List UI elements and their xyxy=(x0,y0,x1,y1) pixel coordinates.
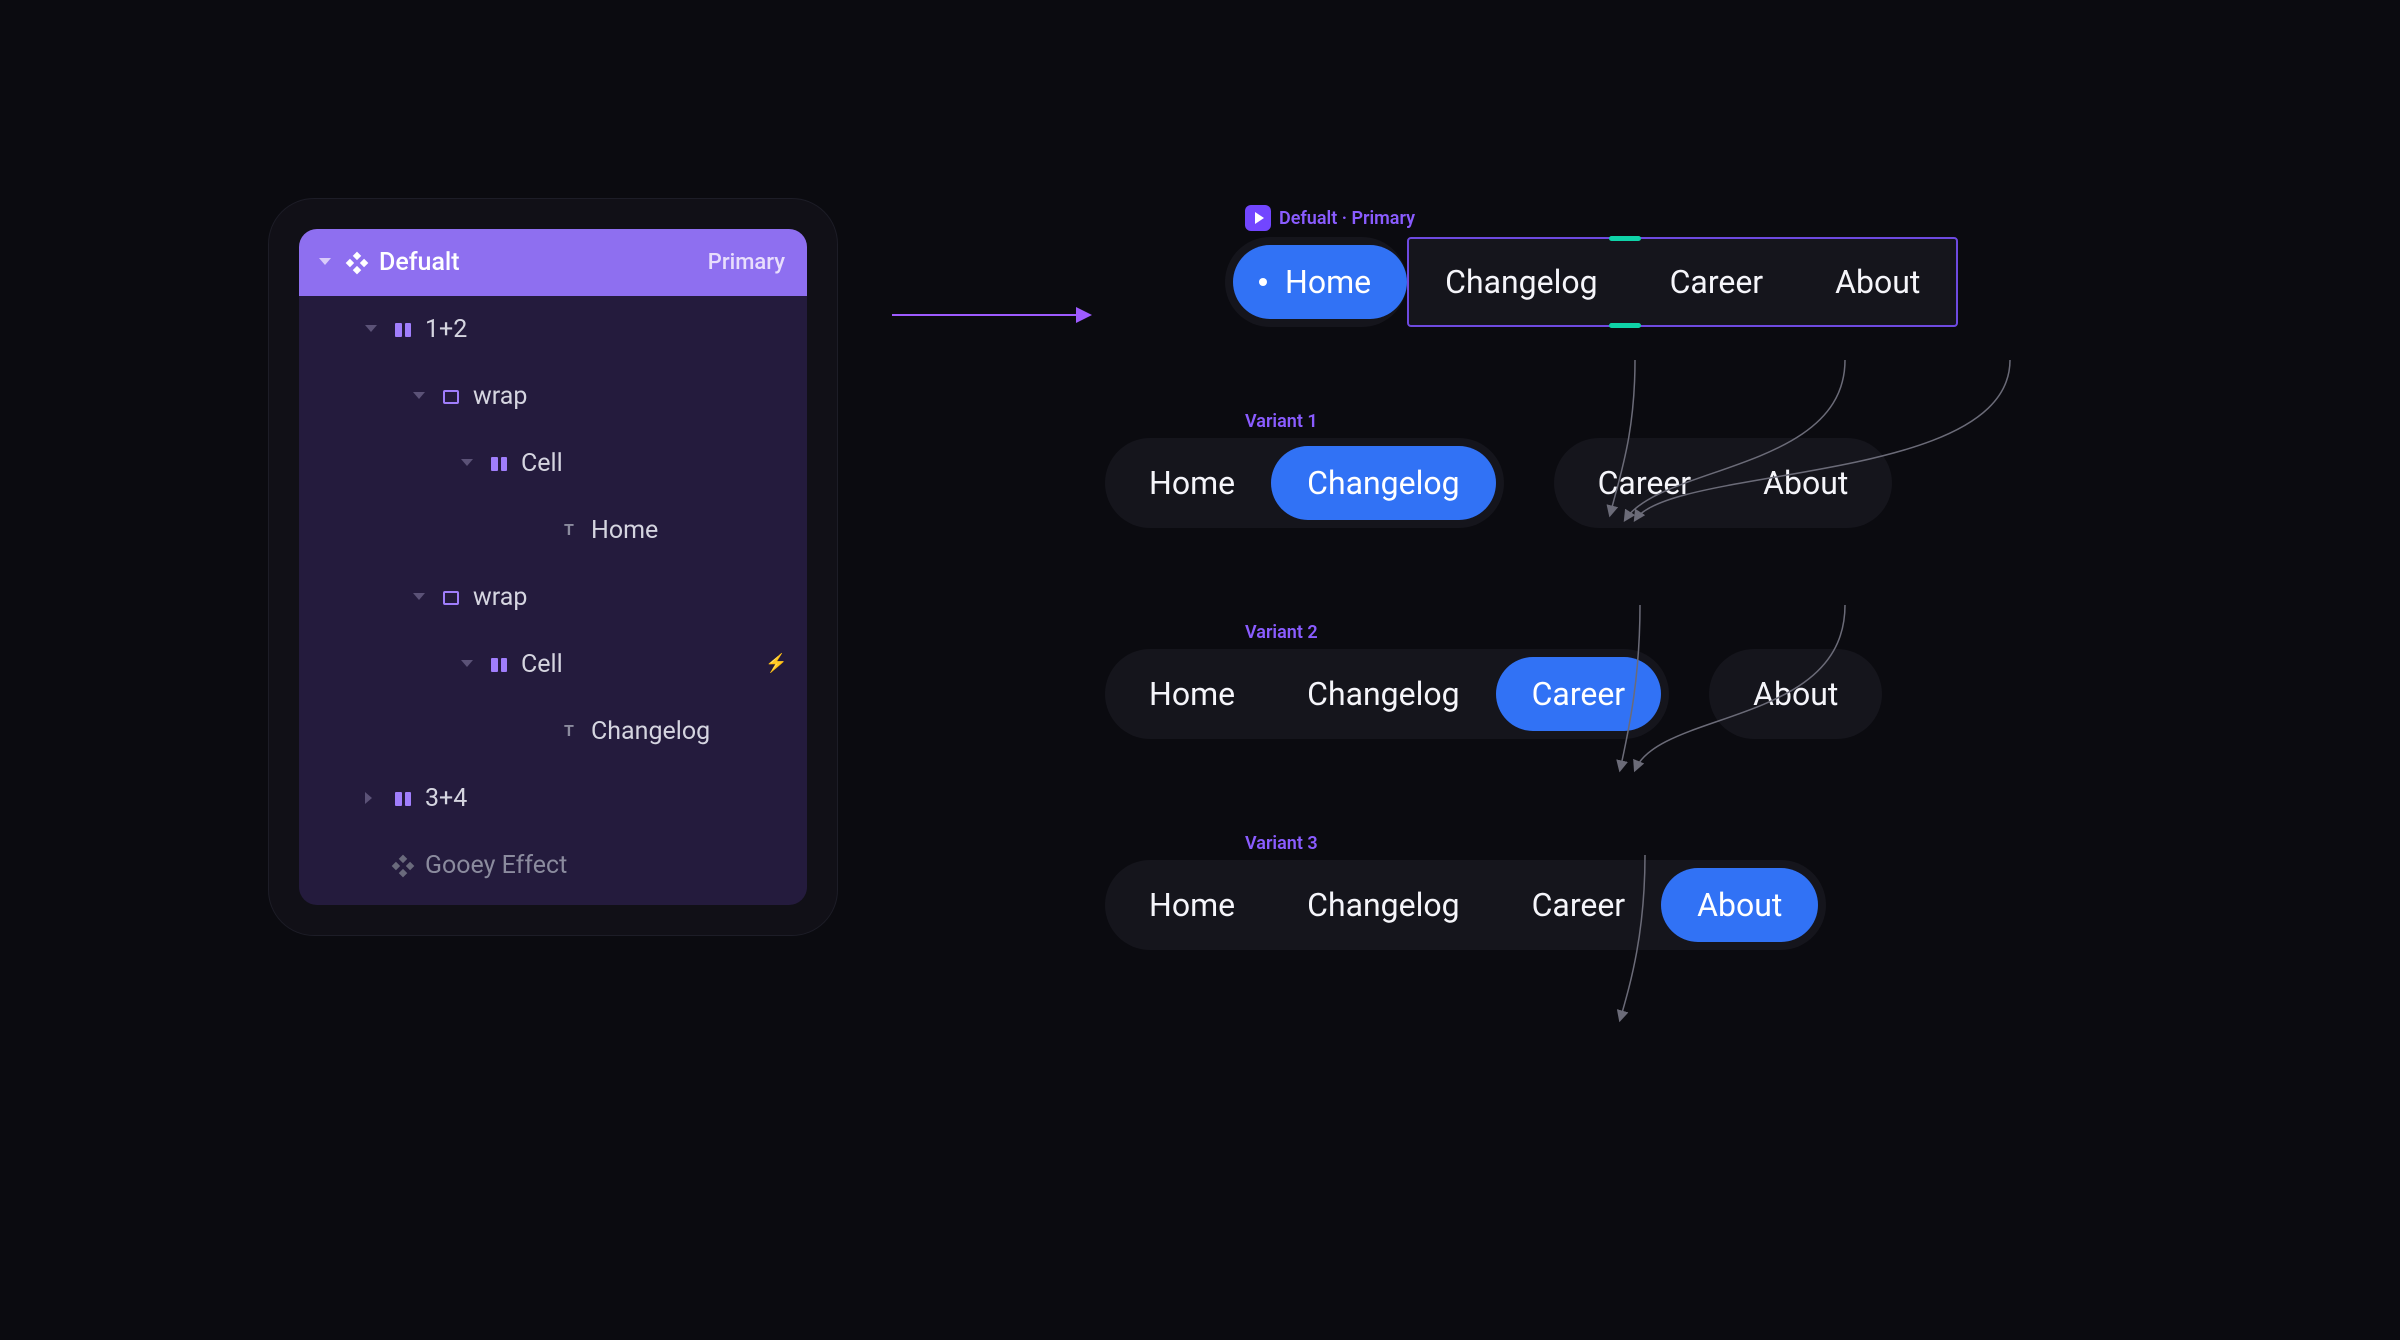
tab-career[interactable]: Career xyxy=(1634,245,1800,319)
tab-about[interactable]: About xyxy=(1799,245,1956,319)
layer-row[interactable]: 3+4 xyxy=(299,765,807,832)
navbar-primary: Home Changelog Career About xyxy=(1225,237,1958,327)
caret-right-icon xyxy=(363,792,377,806)
layer-row-label: 3+4 xyxy=(425,784,467,813)
layer-header-title: Defualt xyxy=(379,248,460,277)
tab-about[interactable]: About xyxy=(1717,657,1874,731)
pill-group: HomeChangelogCareer xyxy=(1105,649,1669,739)
layer-row-label: Cell xyxy=(521,449,563,478)
layer-row[interactable]: 1+2 xyxy=(299,296,807,363)
layer-row[interactable]: wrap xyxy=(299,564,807,631)
layer-row-label: Gooey Effect xyxy=(425,851,567,880)
variant-label[interactable]: Variant 3 xyxy=(1245,833,2155,854)
text-icon: T xyxy=(561,523,577,539)
canvas-area: Defualt · Primary Home Changelog Career … xyxy=(1105,205,2155,1044)
connector-arrow xyxy=(892,314,1090,316)
variant-label[interactable]: Variant 1 xyxy=(1245,411,2155,432)
tab-home[interactable]: Home xyxy=(1113,657,1271,731)
layer-row-label: Home xyxy=(591,516,658,545)
layer-row-label: wrap xyxy=(473,382,527,411)
layers-panel: Defualt Primary 1+2 wrap Cell T Home wrap Cell… xyxy=(299,229,807,905)
frame-variant-block: Variant 1 HomeChangelog CareerAbout xyxy=(1105,411,2155,580)
layer-row[interactable]: T Changelog xyxy=(299,698,807,765)
layer-row-label: wrap xyxy=(473,583,527,612)
frame-icon xyxy=(443,390,459,404)
tab-changelog[interactable]: Changelog xyxy=(1271,657,1495,731)
layers-panel-container: Defualt Primary 1+2 wrap Cell T Home wrap Cell… xyxy=(268,198,838,936)
frame-icon xyxy=(443,591,459,605)
layer-row[interactable]: T Home xyxy=(299,497,807,564)
navbar-variant: HomeChangelogCareer About xyxy=(1105,649,1882,739)
layer-row-header[interactable]: Defualt Primary xyxy=(299,229,807,296)
tab-home[interactable]: Home xyxy=(1113,446,1271,520)
tab-career[interactable]: Career xyxy=(1562,446,1728,520)
layer-row[interactable]: Cell xyxy=(299,631,807,698)
caret-down-icon xyxy=(459,457,473,471)
layer-row-label: Cell xyxy=(521,650,563,679)
frame-variant-block: Variant 3 HomeChangelogCareerAbout xyxy=(1105,833,2155,1002)
autolayout-h-icon xyxy=(491,457,507,471)
autolayout-h-icon xyxy=(395,792,411,806)
pill-group: About xyxy=(1709,649,1882,739)
navbar-variant: HomeChangelogCareerAbout xyxy=(1105,860,1826,950)
autolayout-h-icon xyxy=(395,323,411,337)
tab-career[interactable]: Career xyxy=(1496,657,1662,731)
variant-label[interactable]: Variant 2 xyxy=(1245,622,2155,643)
bolt-icon xyxy=(765,656,783,674)
frame-variant-block: Variant 2 HomeChangelogCareer About xyxy=(1105,622,2155,791)
tab-home-label: Home xyxy=(1285,263,1371,301)
caret-down-icon xyxy=(411,591,425,605)
caret-down-icon xyxy=(459,658,473,672)
tab-career[interactable]: Career xyxy=(1496,868,1662,942)
tab-home[interactable]: Home xyxy=(1113,868,1271,942)
tab-home[interactable]: Home xyxy=(1233,245,1407,319)
navbar-variant: HomeChangelog CareerAbout xyxy=(1105,438,1892,528)
frame-label-primary[interactable]: Defualt · Primary xyxy=(1245,205,2155,231)
play-icon xyxy=(1245,205,1271,231)
layer-row[interactable]: wrap xyxy=(299,363,807,430)
pill-group: CareerAbout xyxy=(1554,438,1893,528)
component-icon xyxy=(392,854,415,877)
layer-row[interactable]: Cell xyxy=(299,430,807,497)
navbar-primary-group-active: Home xyxy=(1225,237,1407,327)
navbar-primary-group-rest[interactable]: Changelog Career About xyxy=(1407,237,1958,327)
tab-changelog[interactable]: Changelog xyxy=(1271,868,1495,942)
tab-about[interactable]: About xyxy=(1661,868,1818,942)
caret-down-icon xyxy=(411,390,425,404)
pill-group: HomeChangelog xyxy=(1105,438,1504,528)
caret-down-icon xyxy=(317,256,331,270)
caret-down-icon xyxy=(363,323,377,337)
layer-header-badge: Primary xyxy=(708,250,785,275)
text-icon: T xyxy=(561,724,577,740)
pill-group: HomeChangelogCareerAbout xyxy=(1105,860,1826,950)
tab-changelog[interactable]: Changelog xyxy=(1409,245,1633,319)
tab-changelog[interactable]: Changelog xyxy=(1271,446,1495,520)
autolayout-h-icon xyxy=(491,658,507,672)
layer-row-label: 1+2 xyxy=(425,315,467,344)
tab-about[interactable]: About xyxy=(1727,446,1884,520)
tab-changelog-label: Changelog xyxy=(1445,263,1597,301)
tab-career-label: Career xyxy=(1670,263,1764,301)
active-dot xyxy=(1259,278,1267,286)
frame-primary-block: Defualt · Primary Home Changelog Career … xyxy=(1105,205,2155,369)
layer-row-label: Changelog xyxy=(591,717,710,746)
component-icon xyxy=(346,251,369,274)
layer-row[interactable]: Gooey Effect xyxy=(299,832,807,899)
frame-label-primary-text: Defualt · Primary xyxy=(1279,208,1415,229)
tab-about-label: About xyxy=(1835,263,1920,301)
